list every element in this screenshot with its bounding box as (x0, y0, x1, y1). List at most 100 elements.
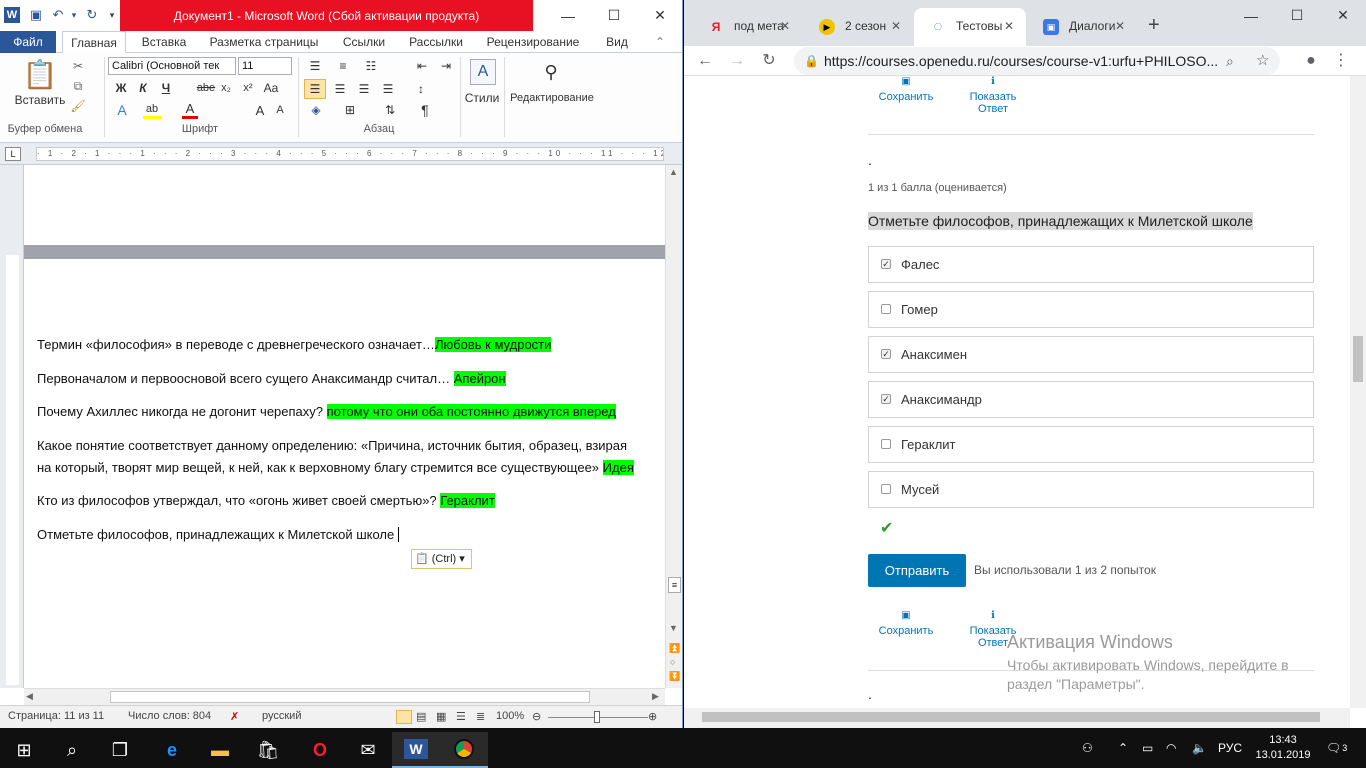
decrease-indent-icon[interactable]: ⇤ (412, 57, 432, 75)
styles-icon[interactable]: A (470, 59, 496, 85)
file-explorer-icon[interactable]: ▬ (196, 732, 244, 768)
checkbox[interactable] (881, 484, 891, 494)
format-painter-icon[interactable]: 🖌 (68, 97, 88, 115)
browser-minimize-button[interactable]: — (1228, 0, 1274, 31)
scroll-down-icon[interactable]: ▼ (669, 623, 678, 633)
browser-tab-test[interactable]: ◌ Тестовы ✕ (914, 8, 1026, 46)
account-avatar-icon[interactable]: ● (1300, 50, 1322, 72)
tab-home[interactable]: Главная (62, 31, 126, 54)
page-count[interactable]: Страница: 11 из 11 (8, 710, 104, 722)
word-close-button[interactable]: ✕ (637, 0, 682, 31)
shading-icon[interactable]: ◈ (306, 101, 326, 119)
word-app-icon[interactable]: W (4, 7, 20, 23)
doc-paragraph[interactable]: Термин «философия» в переводе с древнегр… (37, 336, 552, 354)
reading-view-icon[interactable]: ▤ (416, 710, 426, 723)
font-name-select[interactable]: Calibri (Основной тек (108, 57, 236, 75)
borders-icon[interactable]: ⊞ (340, 101, 360, 119)
word-taskbar-icon[interactable]: W (392, 732, 440, 768)
option-homer[interactable]: Гомер (868, 291, 1314, 328)
draft-view-icon[interactable]: ≣ (476, 710, 485, 723)
tab-close-icon[interactable]: ✕ (1115, 8, 1125, 44)
next-page-icon[interactable]: ⏬ (669, 671, 680, 682)
scroll-thumb[interactable]: ≡ (668, 577, 681, 593)
volume-icon[interactable]: 🔈 (1192, 728, 1207, 768)
doc-paragraph[interactable]: на который, творят мир вещей, к ней, как… (37, 459, 634, 477)
zoom-search-icon[interactable]: ⌕ (1226, 47, 1234, 75)
network-icon[interactable]: ▭ (1142, 728, 1153, 768)
tab-view[interactable]: Вид (597, 31, 637, 53)
tab-selector-icon[interactable]: L (5, 147, 21, 161)
checkbox[interactable] (881, 439, 891, 449)
align-center-icon[interactable]: ☰ (330, 79, 350, 99)
grow-font-icon[interactable]: A (252, 101, 268, 119)
paste-options-button[interactable]: 📋 (Ctrl) ▾ (411, 549, 472, 569)
paste-button[interactable]: Вставить (10, 93, 70, 107)
checkbox[interactable]: ✓ (881, 349, 891, 359)
forward-icon[interactable]: → (726, 50, 748, 72)
proofing-icon[interactable]: ✗ (230, 710, 239, 723)
redo-icon[interactable]: ↻ (84, 7, 100, 23)
previous-page-icon[interactable]: ⏫ (669, 643, 680, 654)
word-horizontal-scrollbar[interactable]: ◀ ▶ (24, 688, 665, 705)
tab-insert[interactable]: Вставка (135, 31, 193, 53)
save-icon[interactable]: ▣ (28, 7, 44, 23)
superscript-icon[interactable]: x² (240, 79, 256, 97)
zoom-level[interactable]: 100% (496, 710, 524, 722)
browse-object-icon[interactable]: ○ (670, 657, 675, 667)
chrome-taskbar-icon[interactable] (440, 732, 488, 768)
clock[interactable]: 13:43 13.01.2019 (1252, 728, 1314, 768)
customize-toolbar-icon[interactable]: ▾ (104, 7, 120, 23)
styles-button[interactable]: Стили (462, 91, 502, 105)
option-anaximander[interactable]: ✓ Анаксимандр (868, 381, 1314, 418)
doc-paragraph[interactable]: Кто из философов утверждал, что «огонь ж… (37, 492, 495, 510)
tab-references[interactable]: Ссылки (335, 31, 393, 53)
scroll-thumb[interactable] (1353, 336, 1363, 382)
new-tab-button[interactable]: + (1148, 14, 1160, 36)
text-effects-icon[interactable]: A (113, 101, 131, 119)
print-layout-view-icon[interactable] (396, 710, 412, 724)
checkbox[interactable] (881, 304, 891, 314)
undo-icon[interactable]: ↶ (50, 7, 66, 23)
edge-icon[interactable]: e (148, 732, 196, 768)
strikethrough-button[interactable]: abe (196, 79, 216, 97)
copy-icon[interactable]: ⧉ (68, 77, 88, 95)
word-maximize-button[interactable]: ☐ (591, 0, 637, 31)
wifi-icon[interactable]: ◠ (1166, 728, 1176, 768)
browser-tab-video[interactable]: ▶ 2 сезон ✕ (803, 8, 913, 46)
browser-vertical-scrollbar[interactable] (1350, 76, 1366, 708)
task-view-icon[interactable]: ❐ (96, 732, 144, 768)
underline-button[interactable]: Ч (158, 79, 174, 97)
document-canvas[interactable]: Термин «философия» в переводе с древнегр… (24, 165, 665, 688)
change-case-icon[interactable]: Aa (262, 79, 280, 97)
tab-file[interactable]: Файл (0, 31, 56, 53)
menu-kebab-icon[interactable]: ⋮ (1330, 50, 1352, 72)
tab-close-icon[interactable]: ✕ (891, 8, 901, 44)
justify-icon[interactable]: ☰ (378, 79, 398, 99)
align-right-icon[interactable]: ☰ (354, 79, 374, 99)
outline-view-icon[interactable]: ☰ (456, 710, 466, 723)
address-bar[interactable]: 🔒 https://courses.openedu.ru/courses/cou… (794, 47, 1280, 75)
option-musaeus[interactable]: Мусей (868, 471, 1314, 508)
align-left-icon[interactable]: ☰ (304, 79, 326, 99)
back-icon[interactable]: ← (694, 50, 716, 72)
numbering-icon[interactable]: ≡ (332, 57, 354, 75)
checkbox[interactable]: ✓ (881, 259, 891, 269)
scroll-left-icon[interactable]: ◀ (26, 691, 33, 702)
multilevel-list-icon[interactable]: ☷ (360, 57, 382, 75)
browser-tab-yandex[interactable]: Я под мета ✕ (692, 8, 802, 46)
tab-page-layout[interactable]: Разметка страницы (203, 31, 325, 53)
scroll-right-icon[interactable]: ▶ (652, 691, 659, 702)
zoom-out-icon[interactable]: ⊖ (532, 710, 541, 723)
opera-icon[interactable]: O (296, 732, 344, 768)
font-size-select[interactable]: 11 (238, 57, 292, 75)
tray-chevron-icon[interactable]: ⌃ (1118, 728, 1128, 768)
find-binoculars-icon[interactable]: ⚲ (537, 59, 565, 85)
show-marks-icon[interactable]: ¶ (416, 101, 434, 119)
notifications-icon[interactable]: 🗨 3 (1326, 728, 1347, 768)
tab-mailings[interactable]: Рассылки (403, 31, 469, 53)
scroll-up-icon[interactable]: ▲ (669, 167, 678, 177)
word-minimize-button[interactable]: — (545, 0, 591, 31)
tab-close-icon[interactable]: ✕ (1004, 8, 1014, 44)
bullets-icon[interactable]: ☰ (304, 57, 326, 75)
doc-paragraph[interactable]: Почему Ахиллес никогда не догонит черепа… (37, 403, 616, 421)
